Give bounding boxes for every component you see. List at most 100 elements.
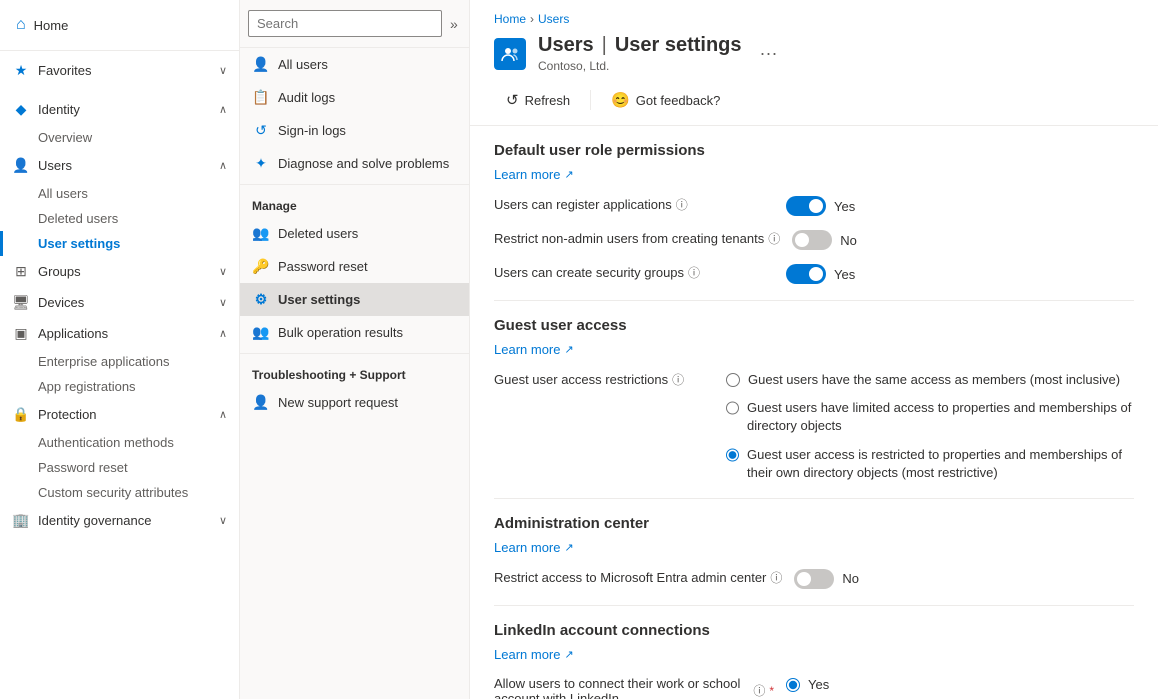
mid-nav-bulk-operation[interactable]: 👥 Bulk operation results [240, 316, 469, 349]
restrict-entra-info-icon[interactable]: ⓘ [770, 569, 782, 586]
app-registrations-label: App registrations [38, 379, 136, 394]
sidebar-item-identity[interactable]: ◆ Identity ∧ [0, 94, 239, 125]
radio-option-3[interactable]: Guest user access is restricted to prope… [726, 446, 1134, 482]
mid-nav-new-support[interactable]: 👤 New support request [240, 386, 469, 419]
security-groups-info-icon[interactable]: ⓘ [688, 264, 700, 281]
mid-nav-all-users[interactable]: 👤 All users [240, 48, 469, 81]
radio-input-1[interactable] [726, 373, 740, 387]
security-groups-control: Yes [786, 264, 855, 284]
sidebar-item-devices[interactable]: 🖥 Devices ∨ [0, 287, 239, 318]
mid-nav-audit-logs[interactable]: 📋 Audit logs [240, 81, 469, 114]
sidebar-sub-app-registrations[interactable]: App registrations [0, 374, 239, 399]
section-divider-1 [494, 300, 1134, 301]
sidebar-home-label: Home [34, 18, 69, 33]
register-apps-info-icon[interactable]: ⓘ [676, 196, 688, 213]
mid-nav-user-settings[interactable]: ⚙ User settings [240, 283, 469, 316]
overview-label: Overview [38, 130, 92, 145]
restrict-entra-slider [794, 569, 834, 589]
restrict-non-admin-control: No [792, 230, 857, 250]
linkedin-allow-row: Allow users to connect their work or sch… [494, 676, 1134, 699]
register-apps-slider [786, 196, 826, 216]
sidebar-sub-user-settings[interactable]: User settings [0, 231, 239, 256]
mid-troubleshooting-label: Troubleshooting + Support [240, 358, 469, 386]
mid-nav-diagnose[interactable]: ✦ Diagnose and solve problems [240, 147, 469, 180]
guest-access-section: Guest user access Learn more ↗ Guest use… [494, 317, 1134, 482]
mid-nav-deleted-users[interactable]: 👥 Deleted users [240, 217, 469, 250]
mid-password-reset-label: Password reset [278, 259, 368, 274]
sidebar-sub-overview[interactable]: Overview [0, 125, 239, 150]
bulk-operation-icon: 👥 [252, 324, 270, 341]
restrict-entra-toggle[interactable] [794, 569, 834, 589]
breadcrumb-users[interactable]: Users [538, 12, 569, 26]
devices-icon: 🖥 [12, 294, 30, 311]
mid-sign-in-logs-label: Sign-in logs [278, 123, 346, 138]
mid-all-users-label: All users [278, 57, 328, 72]
linkedin-learn-more[interactable]: Learn more ↗ [494, 647, 574, 662]
register-apps-value: Yes [834, 199, 855, 214]
sidebar-sub-enterprise-apps[interactable]: Enterprise applications [0, 349, 239, 374]
search-input[interactable] [248, 10, 442, 37]
refresh-button[interactable]: ↺ Refresh [494, 85, 582, 115]
sidebar-identity-section: ◆ Identity ∧ Overview 👤 Users ∧ All user… [0, 90, 239, 540]
linkedin-radio-group: Yes Selected group [786, 676, 895, 699]
identity-label: Identity [38, 102, 80, 117]
collapse-button[interactable]: » [446, 12, 462, 36]
admin-center-learn-more[interactable]: Learn more ↗ [494, 540, 574, 555]
guest-restrictions-info-icon[interactable]: ⓘ [672, 371, 684, 388]
password-reset-label: Password reset [38, 460, 128, 475]
radio-input-2[interactable] [726, 401, 739, 415]
all-users-label: All users [38, 186, 88, 201]
sidebar-sub-deleted-users[interactable]: Deleted users [0, 206, 239, 231]
sidebar-item-applications[interactable]: ▣ Applications ∧ [0, 318, 239, 349]
sidebar: ⌂ Home ★ Favorites ∨ ◆ Identity ∧ Overvi… [0, 0, 240, 699]
radio-text-1: Guest users have the same access as memb… [748, 371, 1120, 389]
refresh-icon: ↺ [506, 91, 519, 109]
user-settings-icon: ⚙ [252, 291, 270, 308]
sidebar-item-protection[interactable]: 🔒 Protection ∧ [0, 399, 239, 430]
linkedin-radio-yes-input[interactable] [786, 678, 800, 692]
radio-option-1[interactable]: Guest users have the same access as memb… [726, 371, 1134, 389]
sidebar-sub-all-users[interactable]: All users [0, 181, 239, 206]
sidebar-item-identity-governance[interactable]: 🏢 Identity governance ∨ [0, 505, 239, 536]
linkedin-info-icon[interactable]: ⓘ [753, 682, 765, 699]
sidebar-home-item[interactable]: ⌂ Home [12, 10, 227, 40]
linkedin-radio-yes[interactable]: Yes [786, 676, 895, 694]
sidebar-item-groups[interactable]: ⊞ Groups ∨ [0, 256, 239, 287]
guest-access-learn-more[interactable]: Learn more ↗ [494, 342, 574, 357]
feedback-icon: 😊 [611, 91, 630, 109]
ellipsis-button[interactable]: ··· [754, 41, 784, 66]
mid-search-bar: » [240, 0, 469, 48]
groups-icon: ⊞ [12, 263, 30, 280]
page-title-row: Users | User settings Contoso, Ltd. ··· [494, 34, 1134, 73]
sidebar-item-favorites[interactable]: ★ Favorites ∨ [0, 55, 239, 86]
sidebar-top: ⌂ Home [0, 0, 239, 51]
default-permissions-learn-more[interactable]: Learn more ↗ [494, 167, 574, 182]
restrict-non-admin-toggle[interactable] [792, 230, 832, 250]
sidebar-item-users[interactable]: 👤 Users ∧ [0, 150, 239, 181]
radio-option-2[interactable]: Guest users have limited access to prope… [726, 399, 1134, 435]
groups-label: Groups [38, 264, 81, 279]
sidebar-sub-auth-methods[interactable]: Authentication methods [0, 430, 239, 455]
breadcrumb-home[interactable]: Home [494, 12, 526, 26]
sign-in-icon: ↺ [252, 122, 270, 139]
linkedin-section: LinkedIn account connections Learn more … [494, 622, 1134, 699]
mid-nav-password-reset[interactable]: 🔑 Password reset [240, 250, 469, 283]
external-link-icon-3: ↗ [564, 541, 573, 554]
restrict-entra-label: Restrict access to Microsoft Entra admin… [494, 569, 782, 586]
custom-security-label: Custom security attributes [38, 485, 188, 500]
sidebar-sub-custom-security[interactable]: Custom security attributes [0, 480, 239, 505]
mid-nav-sign-in-logs[interactable]: ↺ Sign-in logs [240, 114, 469, 147]
groups-chevron: ∨ [219, 265, 227, 278]
restrict-non-admin-info-icon[interactable]: ⓘ [768, 230, 780, 247]
restrict-entra-row: Restrict access to Microsoft Entra admin… [494, 569, 1134, 589]
linkedin-title: LinkedIn account connections [494, 622, 1134, 639]
security-groups-toggle[interactable] [786, 264, 826, 284]
page-title: Users [538, 34, 594, 57]
feedback-button[interactable]: 😊 Got feedback? [599, 85, 732, 115]
mid-bulk-operation-label: Bulk operation results [278, 325, 403, 340]
sidebar-sub-password-reset[interactable]: Password reset [0, 455, 239, 480]
register-apps-toggle[interactable] [786, 196, 826, 216]
protection-icon: 🔒 [12, 406, 30, 423]
identity-gov-icon: 🏢 [12, 512, 30, 529]
radio-input-3[interactable] [726, 448, 739, 462]
